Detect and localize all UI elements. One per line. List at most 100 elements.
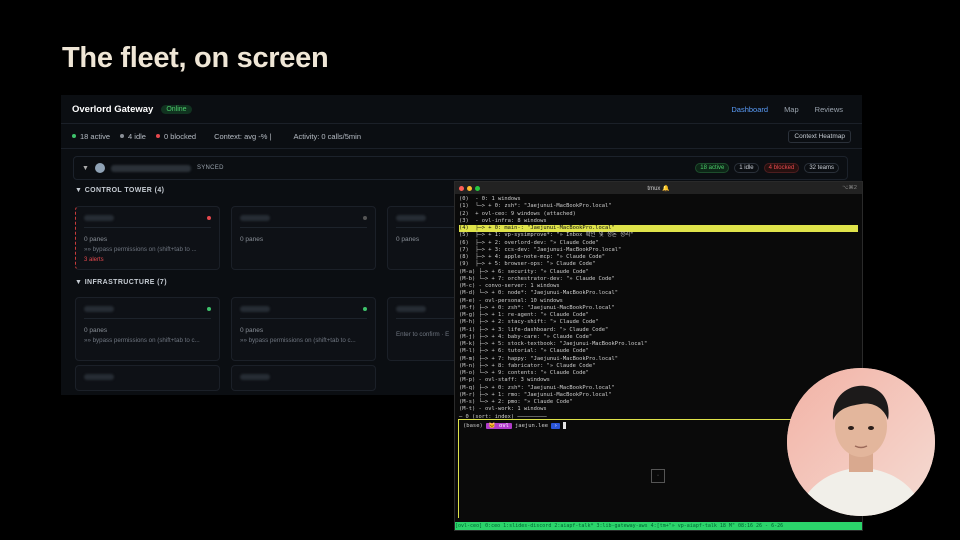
context-heatmap-button[interactable]: Context Heatmap	[788, 129, 851, 143]
session-tree-line[interactable]: (9) ├─> + 5: browser-ops: "» Claude Code…	[459, 261, 858, 268]
shell-prompt[interactable]: (base) 🐱 ovl jaejun.lee ›	[463, 422, 567, 429]
divider	[240, 318, 367, 319]
stat-active-label: 18 active	[80, 131, 111, 141]
gray-dot-icon	[120, 134, 125, 138]
red-dot-icon	[155, 134, 160, 138]
section-label: CONTROL TOWER (4)	[84, 187, 165, 194]
agent-card[interactable]: 0 panes »» bypass permissions on (shift+…	[75, 206, 220, 270]
session-tree-line[interactable]: (3) - ovl-infra: 8 windows	[459, 218, 858, 225]
session-tree-line[interactable]: (M-j) ├─> + 4: baby-care: "» Claude Code…	[459, 334, 858, 341]
stat-context: Context: avg -% |	[214, 131, 272, 141]
badge-active: 18 active	[695, 163, 730, 173]
card-alerts: 3 alerts	[84, 257, 104, 263]
divider	[84, 227, 211, 228]
card-name-redacted	[240, 374, 270, 380]
prompt-env: (base)	[463, 422, 483, 429]
session-tree-line[interactable]: (1) └─> + 0: zsh*: "Jaejunui-MacBookPro.…	[459, 203, 858, 210]
nav-dashboard[interactable]: Dashboard	[731, 105, 768, 114]
agent-card[interactable]	[231, 365, 376, 391]
chevron-down-icon: ▼	[75, 279, 85, 286]
status-dot-icon	[363, 216, 367, 220]
stat-blocked-label: 0 blocked	[163, 131, 197, 141]
badge-blocked: 4 blocked	[763, 163, 800, 173]
card-bypass: »» bypass permissions on (shift+tab to .…	[84, 246, 197, 253]
session-tree-line[interactable]: (M-f) ├─> + 0: zsh*: "Jaejunui-MacBookPr…	[459, 305, 858, 312]
card-name-redacted	[396, 306, 426, 312]
webcam-overlay	[787, 368, 935, 516]
session-tree-line[interactable]: (M-i) ├─> + 3: life-dashboard: "» Claude…	[459, 327, 858, 334]
divider	[84, 318, 211, 319]
dashboard-header: Overlord Gateway Online Dashboard Map Re…	[61, 95, 862, 124]
session-tree-line[interactable]: (6) ├─> + 2: overlord-dev: "» Claude Cod…	[459, 240, 858, 247]
divider	[240, 227, 367, 228]
session-tree-line[interactable]: (M-n) ├─> + 8: fabricator: "» Claude Cod…	[459, 363, 858, 370]
session-tree-line[interactable]: (M-b) └─> + 7: orchestrator-dev: "» Clau…	[459, 276, 858, 283]
card-name-redacted	[84, 306, 114, 312]
app-title: Overlord Gateway	[72, 103, 154, 115]
session-tree-line[interactable]: (M-h) ├─> + 2: stacy-shift: "» Claude Co…	[459, 319, 858, 326]
badge-idle: 1 idle	[734, 163, 759, 173]
green-dot-icon	[72, 134, 76, 138]
slide-title: The fleet, on screen	[62, 42, 329, 74]
badge-teams: 32 teams	[804, 163, 839, 173]
card-panes: 0 panes	[84, 236, 108, 243]
card-panes: 0 panes	[240, 236, 264, 243]
prompt-user: jaejun.lee	[514, 422, 549, 429]
group-row[interactable]: ▼ SYNCED 18 active 1 idle 4 blocked 32 t…	[73, 156, 848, 180]
presenter-avatar	[787, 368, 935, 516]
terminal-shortcut: ⌥⌘2	[842, 185, 857, 191]
agent-card[interactable]	[75, 365, 220, 391]
stat-active: 18 active	[72, 132, 110, 141]
status-dot-icon	[207, 307, 211, 311]
session-tree-line[interactable]: (M-d) └─> + 0: node*: "Jaejunui-MacBookP…	[459, 290, 858, 297]
session-tree[interactable]: (0) - 0: 1 windows (1) └─> + 0: zsh*: "Ja…	[455, 194, 862, 414]
card-name-redacted	[84, 374, 114, 380]
card-name-redacted	[240, 215, 270, 221]
card-name-redacted	[84, 215, 114, 221]
section-label: INFRASTRUCTURE (7)	[84, 279, 167, 286]
avatar	[94, 163, 105, 173]
chevron-down-icon[interactable]: ▼	[82, 165, 89, 172]
agent-card[interactable]: 0 panes »» bypass permissions on (shift+…	[75, 297, 220, 361]
status-badge: Online	[161, 104, 192, 114]
session-tree-line[interactable]: (M-a) ├─> + 6: security: "» Claude Code"	[459, 269, 858, 276]
terminal-title: tmux 🔔	[647, 185, 670, 192]
session-tree-line[interactable]: (M-m) ├─> + 7: happy: "Jaejunui-MacBookP…	[459, 356, 858, 363]
agent-card[interactable]: 0 panes	[231, 206, 376, 270]
top-nav: Dashboard Map Reviews	[731, 105, 843, 114]
session-tree-line[interactable]: (2) + ovl-ceo: 9 windows (attached)	[459, 211, 858, 218]
stat-idle-label: 4 idle	[128, 131, 146, 141]
card-name-redacted	[240, 306, 270, 312]
section-control-tower[interactable]: ▼ CONTROL TOWER (4)	[75, 187, 164, 194]
cursor	[563, 422, 567, 429]
group-badges: 18 active 1 idle 4 blocked 32 teams	[695, 163, 839, 173]
agent-card[interactable]: 0 panes »» bypass permissions on (shift+…	[231, 297, 376, 361]
section-infrastructure[interactable]: ▼ INFRASTRUCTURE (7)	[75, 279, 167, 286]
card-panes: 0 panes	[84, 327, 108, 334]
group-name-redacted	[110, 164, 191, 172]
synced-label: SYNCED	[196, 165, 224, 171]
session-tree-line[interactable]: (M-o) └─> + 9: contents: "» Claude Code"	[459, 370, 858, 377]
session-tree-line[interactable]: (M-e) - ovl-personal: 10 windows	[459, 298, 858, 305]
placeholder-box-icon: ▫	[651, 469, 665, 483]
session-tree-line[interactable]: (M-r) ├─> + 1: rmo: "Jaejunui-MacBookPro…	[459, 392, 858, 399]
stat-blocked: 0 blocked	[155, 131, 197, 141]
status-dot-icon	[207, 216, 211, 220]
stats-bar: 18 active 4 idle 0 blocked Context: avg …	[61, 124, 862, 149]
session-tree-line[interactable]: (M-p) - ovl-staff: 3 windows	[459, 377, 858, 384]
session-tree-line[interactable]: (7) ├─> + 3: ccs-dev: "Jaejunui-MacBookP…	[459, 247, 858, 254]
prompt-host: 🐱 ovl	[485, 422, 512, 429]
card-panes: 0 panes	[240, 327, 264, 334]
stat-idle: 4 idle	[120, 132, 146, 141]
nav-map[interactable]: Map	[784, 105, 799, 114]
session-tree-line[interactable]: (M-q) ├─> + 0: zsh*: "Jaejunui-MacBookPr…	[459, 385, 858, 392]
prompt-arrow: ›	[551, 422, 561, 429]
card-name-redacted	[396, 215, 426, 221]
session-tree-line[interactable]: (5) ├─> + 1: vp-sysimprove*: "» Inbox 확인…	[459, 232, 858, 239]
session-tree-line[interactable]: (M-l) ├─> + 6: tutorial: "» Claude Code"	[459, 348, 858, 355]
status-dot-icon	[363, 307, 367, 311]
chevron-down-icon: ▼	[75, 187, 85, 194]
card-bypass: »» bypass permissions on (shift+tab to c…	[240, 337, 356, 344]
tmux-status-line: [ovl-ceo] 0:ceo 1:slides-discord 2:aiapf…	[455, 522, 862, 530]
nav-reviews[interactable]: Reviews	[815, 105, 843, 114]
